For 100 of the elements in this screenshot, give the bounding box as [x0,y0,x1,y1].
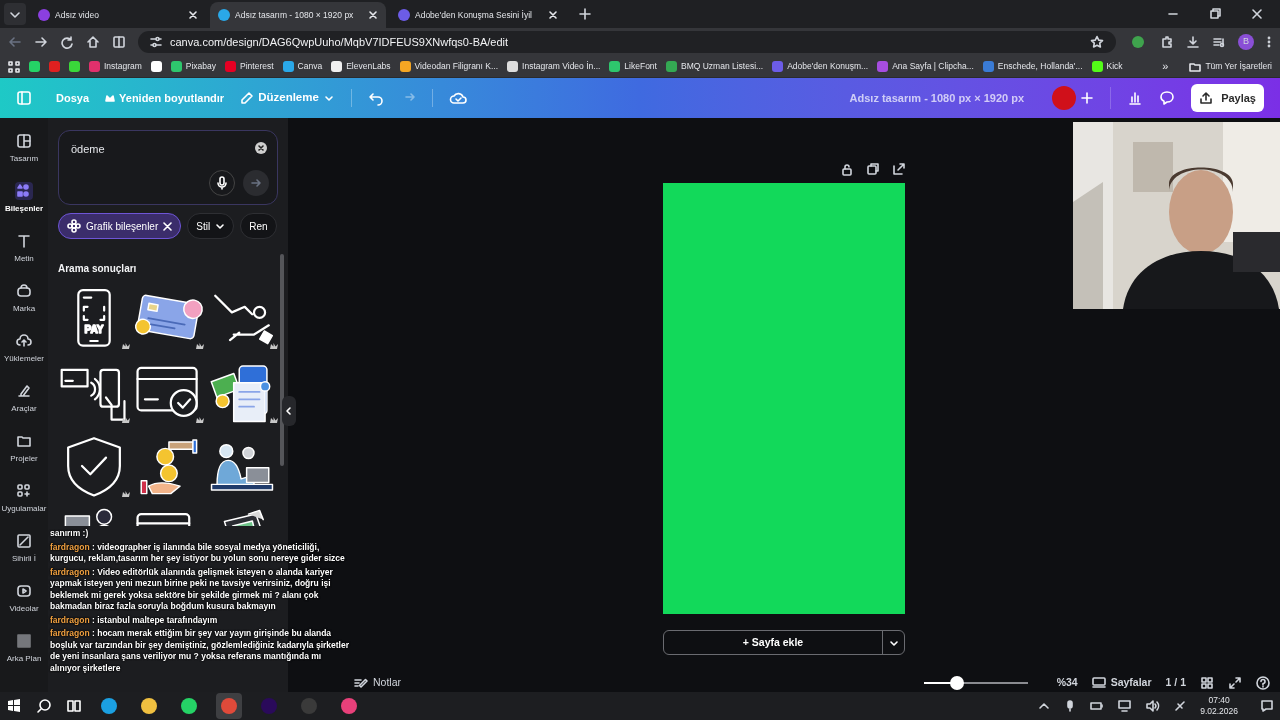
notes-button[interactable]: Notlar [354,675,401,691]
add-collaborator-icon[interactable] [1080,91,1095,105]
close-icon[interactable] [548,10,558,20]
remove-icon[interactable] [163,221,173,231]
close-icon[interactable] [188,10,198,20]
profile-avatar[interactable]: B [1238,34,1254,50]
filter-chip[interactable]: Stil [187,213,235,239]
app-icon [101,698,117,714]
bookmark-link[interactable]: Ana Sayfa | Clipcha... [877,60,974,73]
all-bookmarks-link[interactable]: Tüm Yer İşaretleri [1189,60,1272,73]
bookmark-link[interactable]: Kick [1091,60,1123,73]
sidebar-item[interactable]: Marka [0,282,48,315]
volume-icon[interactable] [1146,700,1161,712]
graphic-result[interactable]: PAY [58,282,130,352]
browser-tab[interactable]: Adsız video [30,2,206,28]
grid-view-icon[interactable] [1200,676,1214,690]
star-icon[interactable] [1090,35,1104,49]
bookmark-icon[interactable] [150,61,162,72]
comment-icon[interactable] [1159,90,1176,106]
extension-icon[interactable] [1132,36,1144,48]
bookmark-link[interactable]: Pinterest [225,60,274,73]
sidebar-item[interactable]: Sihirli İ [0,532,48,565]
clock-time[interactable]: 07:40 [1208,695,1230,706]
sidebar-item[interactable]: Bileşenler [0,182,48,215]
site-info-icon[interactable] [150,36,162,48]
bookmark-link[interactable]: BMQ Uzman Listesi... [665,60,764,73]
sidebar-toggle-icon[interactable] [16,90,32,106]
bookmark-icon[interactable] [29,61,40,72]
network-icon[interactable] [1118,700,1133,712]
split-view-icon[interactable] [112,35,126,49]
scrollbar-thumb[interactable] [280,254,284,466]
new-tab-icon[interactable] [578,7,592,21]
tab-list-icon[interactable] [4,3,26,25]
fullscreen-icon[interactable] [1228,676,1242,690]
add-page-icon[interactable] [892,162,906,176]
back-icon[interactable] [8,35,22,49]
bookmark-link[interactable]: LikeFont [609,60,657,73]
chevron-down-icon [215,221,226,231]
sidebar-item[interactable]: Videolar [0,582,48,615]
shapes-icon [15,182,33,200]
media-control-icon[interactable] [1212,35,1226,49]
design-title[interactable]: Adsız tasarım - 1080 px × 1920 px [849,89,1025,107]
share-button[interactable]: Paylaş [1191,84,1264,112]
sidebar-item[interactable]: Yüklemeler [0,332,48,365]
battery-icon[interactable] [1090,700,1105,712]
filter-chip[interactable]: Grafik bileşenler [58,213,182,239]
search-icon[interactable] [36,698,52,714]
lock-icon[interactable] [840,162,854,176]
more-menu-icon[interactable] [1266,35,1272,49]
insights-icon[interactable] [1127,90,1144,106]
extensions-icon[interactable] [1160,35,1174,49]
clear-icon[interactable] [255,142,267,154]
bookmark-link[interactable]: Videodan Filigranı K... [399,60,499,73]
undo-icon[interactable] [367,90,384,106]
download-icon[interactable] [1186,35,1200,49]
chat-message: sanırım :) [50,528,90,540]
browser-tab[interactable]: Adsız tasarım - 1080 × 1920 px [210,2,386,28]
collapse-panel-button[interactable] [282,396,296,426]
sidebar-item[interactable]: Uygulamalar [0,482,48,515]
duplicate-icon[interactable] [866,162,880,176]
bookmark-link[interactable]: ElevenLabs [331,60,391,73]
sidebar-item[interactable]: Tasarım [0,132,48,165]
more-bookmarks-button[interactable]: » [1162,58,1169,75]
bookmark-icon[interactable] [69,61,80,72]
windows-start-icon[interactable] [6,698,22,714]
cloud-saved-icon[interactable] [448,90,467,106]
submit-button[interactable] [243,170,269,196]
filter-chip[interactable]: Ren [240,213,277,239]
reload-icon[interactable] [60,35,74,49]
notifications-icon[interactable] [1260,699,1274,713]
record-indicator-icon [1052,86,1077,110]
bookmark-link[interactable]: Instagram [89,60,142,73]
zoom-percent[interactable]: %34 [1056,675,1078,691]
bookmark-link[interactable]: Enschede, Hollanda'... [982,60,1083,73]
slider-thumb[interactable] [949,676,964,690]
help-icon[interactable] [1256,676,1270,690]
forward-icon[interactable] [34,35,48,49]
sidebar-item[interactable]: Metin [0,232,48,265]
bookmark-link[interactable]: Canva [282,60,323,73]
home-icon[interactable] [86,35,100,49]
sidebar-item[interactable]: Araçlar [0,382,48,415]
chat-message: fardragon : istanbul maltepe tarafındayım [50,614,219,626]
sidebar-item[interactable]: Arka Plan [0,632,48,665]
browser-tab[interactable]: Adobe'den Konuşma Sesini İyil [390,2,566,28]
bookmark-link[interactable]: Pixabay [170,60,217,73]
bookmark-link[interactable]: Instagram Video İn... [507,60,601,73]
chat-message: fardragon : videographer iş ilanında bile sosyal medya yöneticiliği, kurgucu, reklam,tasarım her şey istiyor bu yolun sonu nereye gider sizce [50,541,346,565]
task-view-icon[interactable] [66,698,82,714]
apps-grid-icon[interactable] [8,60,20,73]
address-field[interactable]: canva.com/design/DAG6QwpUuho/MqbV7IDFEUS9XNwfqs0-BA/edit [138,31,1116,53]
close-icon[interactable] [368,10,378,20]
tray-expand-icon[interactable] [1038,700,1051,712]
close-icon[interactable] [1250,7,1264,21]
search-field[interactable]: ödeme [58,130,278,205]
clock-date[interactable]: 9.02.2026 [1200,706,1238,717]
bookmark-link[interactable]: Adobe'den Konuşm... [772,60,869,73]
pages-button[interactable]: Sayfalar [1091,675,1152,691]
restore-icon[interactable] [1208,7,1222,21]
microphone-icon [216,176,228,190]
sidebar-item[interactable]: Projeler [0,432,48,465]
